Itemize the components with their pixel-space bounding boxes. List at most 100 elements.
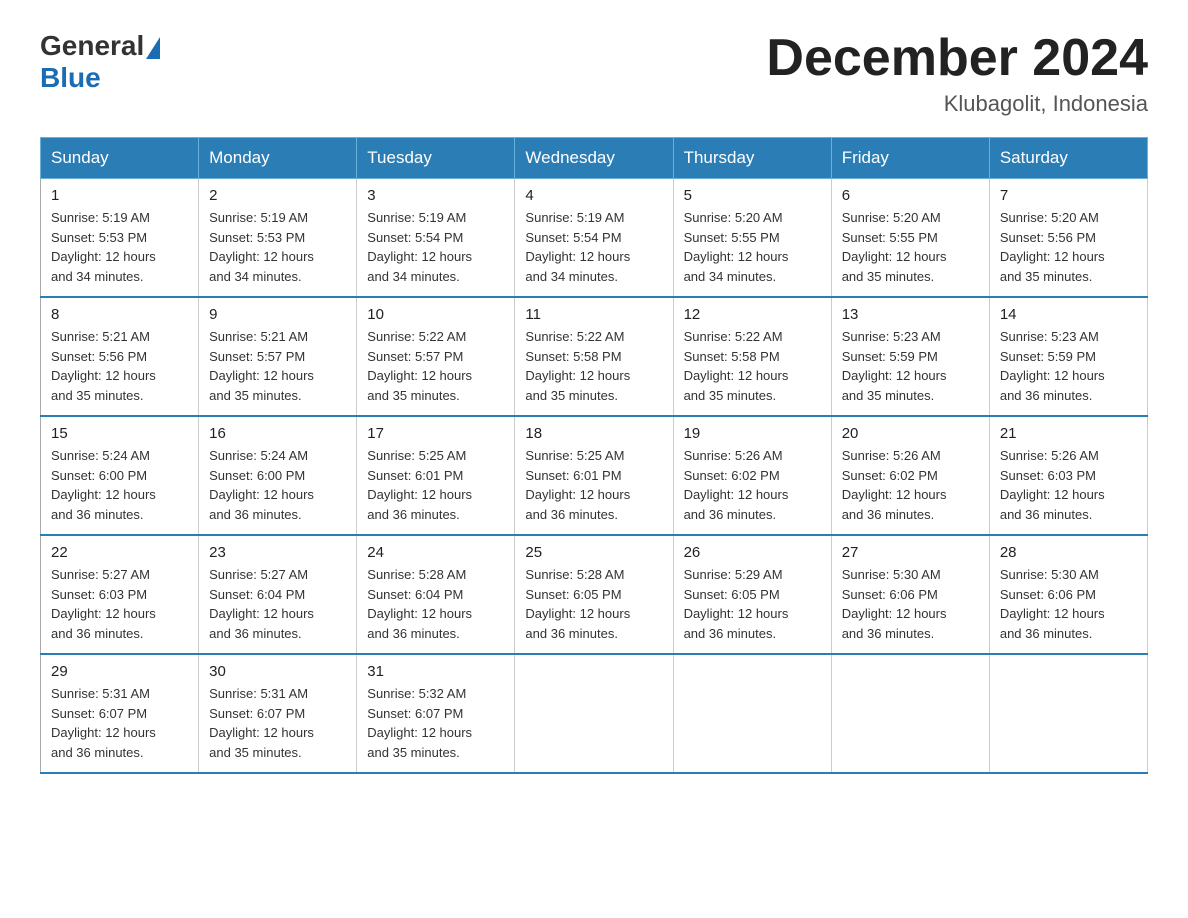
day-number: 1 [51,187,188,204]
calendar-cell: 21Sunrise: 5:26 AMSunset: 6:03 PMDayligh… [989,416,1147,535]
day-number: 29 [51,663,188,680]
day-number: 31 [367,663,504,680]
calendar-cell: 18 Sunrise: 5:25 AMSunset: 6:01 PMDayligh… [515,416,673,535]
calendar-cell: 20 Sunrise: 5:26 AMSunset: 6:02 PMDayligh… [831,416,989,535]
day-number: 7 [1000,187,1137,204]
calendar-cell [515,654,673,773]
calendar-cell: 25 Sunrise: 5:28 AMSunset: 6:05 PMDayligh… [515,535,673,654]
day-number: 20 [842,425,979,442]
day-number: 16 [209,425,346,442]
calendar-cell: 27Sunrise: 5:30 AMSunset: 6:06 PMDayligh… [831,535,989,654]
calendar-table: SundayMondayTuesdayWednesdayThursdayFrid… [40,137,1148,774]
day-info: Sunrise: 5:19 AMSunset: 5:54 PMDaylight:… [525,208,662,286]
day-info: Sunrise: 5:27 AMSunset: 6:04 PMDaylight:… [209,565,346,643]
day-number: 3 [367,187,504,204]
day-info: Sunrise: 5:32 AMSunset: 6:07 PMDaylight:… [367,684,504,762]
calendar-cell [831,654,989,773]
calendar-week-4: 22 Sunrise: 5:27 AMSunset: 6:03 PMDayligh… [41,535,1148,654]
calendar-week-1: 1 Sunrise: 5:19 AMSunset: 5:53 PMDaylight… [41,179,1148,298]
calendar-cell: 12 Sunrise: 5:22 AMSunset: 5:58 PMDayligh… [673,297,831,416]
day-number: 2 [209,187,346,204]
day-number: 8 [51,306,188,323]
day-info: Sunrise: 5:28 AMSunset: 6:04 PMDaylight:… [367,565,504,643]
calendar-cell: 16 Sunrise: 5:24 AMSunset: 6:00 PMDayligh… [199,416,357,535]
calendar-cell: 9Sunrise: 5:21 AMSunset: 5:57 PMDaylight… [199,297,357,416]
day-info: Sunrise: 5:26 AMSunset: 6:02 PMDaylight:… [842,446,979,524]
day-number: 18 [525,425,662,442]
day-number: 13 [842,306,979,323]
calendar-cell: 23 Sunrise: 5:27 AMSunset: 6:04 PMDayligh… [199,535,357,654]
calendar-cell: 1 Sunrise: 5:19 AMSunset: 5:53 PMDaylight… [41,179,199,298]
day-info: Sunrise: 5:19 AMSunset: 5:53 PMDaylight:… [209,208,346,286]
calendar-cell: 10 Sunrise: 5:22 AMSunset: 5:57 PMDayligh… [357,297,515,416]
calendar-cell: 22 Sunrise: 5:27 AMSunset: 6:03 PMDayligh… [41,535,199,654]
weekday-header-row: SundayMondayTuesdayWednesdayThursdayFrid… [41,138,1148,179]
calendar-cell: 30Sunrise: 5:31 AMSunset: 6:07 PMDayligh… [199,654,357,773]
day-info: Sunrise: 5:29 AMSunset: 6:05 PMDaylight:… [684,565,821,643]
logo-blue: Blue [40,62,160,94]
weekday-header-monday: Monday [199,138,357,179]
day-number: 25 [525,544,662,561]
day-info: Sunrise: 5:25 AMSunset: 6:01 PMDaylight:… [367,446,504,524]
day-info: Sunrise: 5:22 AMSunset: 5:58 PMDaylight:… [684,327,821,405]
day-info: Sunrise: 5:31 AMSunset: 6:07 PMDaylight:… [209,684,346,762]
calendar-cell: 6 Sunrise: 5:20 AMSunset: 5:55 PMDaylight… [831,179,989,298]
weekday-header-tuesday: Tuesday [357,138,515,179]
day-number: 4 [525,187,662,204]
day-number: 27 [842,544,979,561]
day-number: 11 [525,306,662,323]
day-number: 12 [684,306,821,323]
day-number: 19 [684,425,821,442]
calendar-cell: 24 Sunrise: 5:28 AMSunset: 6:04 PMDayligh… [357,535,515,654]
calendar-cell: 2 Sunrise: 5:19 AMSunset: 5:53 PMDaylight… [199,179,357,298]
day-info: Sunrise: 5:31 AMSunset: 6:07 PMDaylight:… [51,684,188,762]
day-number: 17 [367,425,504,442]
day-info: Sunrise: 5:27 AMSunset: 6:03 PMDaylight:… [51,565,188,643]
day-info: Sunrise: 5:20 AMSunset: 5:55 PMDaylight:… [684,208,821,286]
day-info: Sunrise: 5:22 AMSunset: 5:58 PMDaylight:… [525,327,662,405]
day-number: 6 [842,187,979,204]
day-info: Sunrise: 5:22 AMSunset: 5:57 PMDaylight:… [367,327,504,405]
weekday-header-wednesday: Wednesday [515,138,673,179]
day-info: Sunrise: 5:24 AMSunset: 6:00 PMDaylight:… [209,446,346,524]
day-info: Sunrise: 5:23 AMSunset: 5:59 PMDaylight:… [842,327,979,405]
day-number: 22 [51,544,188,561]
calendar-cell: 26 Sunrise: 5:29 AMSunset: 6:05 PMDayligh… [673,535,831,654]
logo: General Blue [40,30,160,94]
day-info: Sunrise: 5:20 AMSunset: 5:56 PMDaylight:… [1000,208,1137,286]
calendar-week-2: 8 Sunrise: 5:21 AMSunset: 5:56 PMDaylight… [41,297,1148,416]
day-number: 5 [684,187,821,204]
day-number: 24 [367,544,504,561]
day-number: 21 [1000,425,1137,442]
day-info: Sunrise: 5:28 AMSunset: 6:05 PMDaylight:… [525,565,662,643]
day-info: Sunrise: 5:30 AMSunset: 6:06 PMDaylight:… [1000,565,1137,643]
calendar-cell [673,654,831,773]
calendar-cell: 15Sunrise: 5:24 AMSunset: 6:00 PMDayligh… [41,416,199,535]
location: Klubagolit, Indonesia [766,91,1148,117]
day-info: Sunrise: 5:21 AMSunset: 5:56 PMDaylight:… [51,327,188,405]
day-info: Sunrise: 5:24 AMSunset: 6:00 PMDaylight:… [51,446,188,524]
day-number: 26 [684,544,821,561]
day-info: Sunrise: 5:23 AMSunset: 5:59 PMDaylight:… [1000,327,1137,405]
logo-triangle-icon [146,37,160,59]
day-number: 23 [209,544,346,561]
day-number: 28 [1000,544,1137,561]
calendar-cell: 29 Sunrise: 5:31 AMSunset: 6:07 PMDayligh… [41,654,199,773]
day-info: Sunrise: 5:20 AMSunset: 5:55 PMDaylight:… [842,208,979,286]
month-title: December 2024 [766,30,1148,87]
calendar-cell: 11 Sunrise: 5:22 AMSunset: 5:58 PMDayligh… [515,297,673,416]
calendar-cell: 8 Sunrise: 5:21 AMSunset: 5:56 PMDaylight… [41,297,199,416]
day-info: Sunrise: 5:21 AMSunset: 5:57 PMDaylight:… [209,327,346,405]
day-info: Sunrise: 5:26 AMSunset: 6:02 PMDaylight:… [684,446,821,524]
weekday-header-thursday: Thursday [673,138,831,179]
calendar-cell: 19 Sunrise: 5:26 AMSunset: 6:02 PMDayligh… [673,416,831,535]
day-number: 10 [367,306,504,323]
calendar-cell: 28 Sunrise: 5:30 AMSunset: 6:06 PMDayligh… [989,535,1147,654]
calendar-cell: 17 Sunrise: 5:25 AMSunset: 6:01 PMDayligh… [357,416,515,535]
day-number: 14 [1000,306,1137,323]
weekday-header-sunday: Sunday [41,138,199,179]
day-info: Sunrise: 5:25 AMSunset: 6:01 PMDaylight:… [525,446,662,524]
calendar-cell: 13 Sunrise: 5:23 AMSunset: 5:59 PMDayligh… [831,297,989,416]
day-info: Sunrise: 5:19 AMSunset: 5:53 PMDaylight:… [51,208,188,286]
calendar-cell [989,654,1147,773]
